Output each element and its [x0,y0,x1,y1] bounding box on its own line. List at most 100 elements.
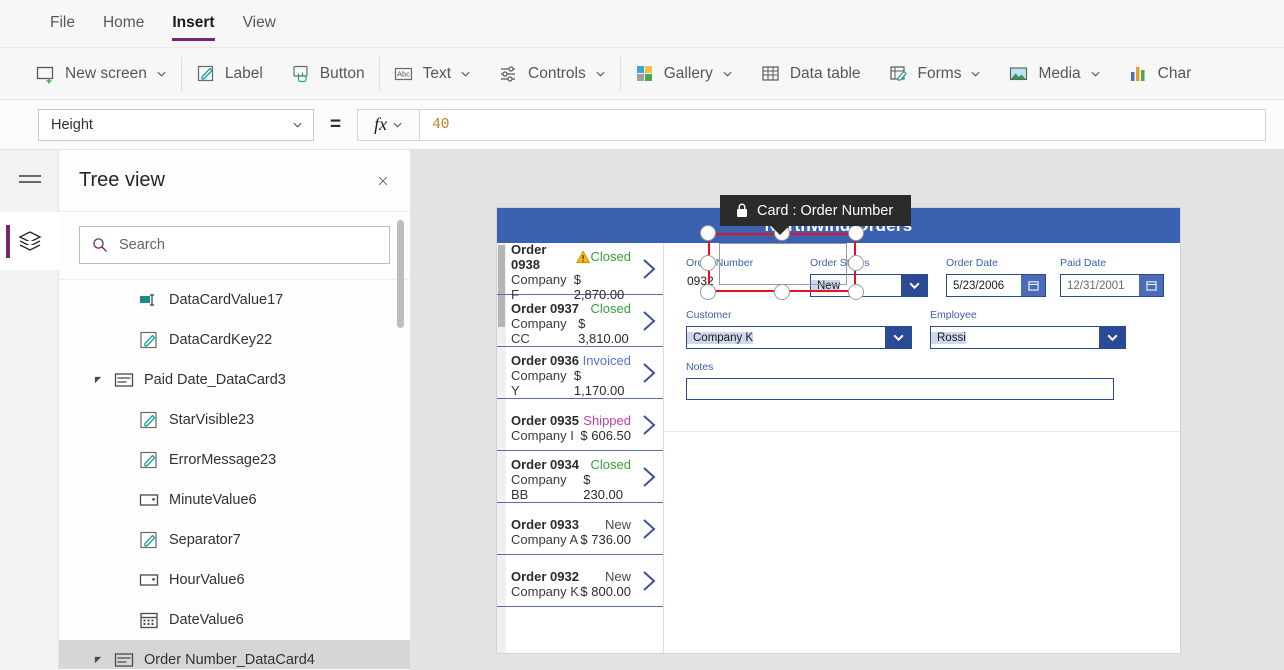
customer-dropdown[interactable]: Company K [686,326,912,349]
order-status-dropdown[interactable]: New [810,274,928,297]
data-table-button[interactable]: Data table [747,54,875,94]
gallery-item-order: Order 0932 [511,568,579,584]
expander-arrow-icon[interactable] [94,656,103,665]
tree-search-wrapper: Search [59,212,410,280]
gallery-button[interactable]: Gallery [621,54,747,94]
gallery-item-company: Company A [511,531,579,547]
tree-item-label: DataCardValue17 [169,292,284,308]
resize-handle-s[interactable] [774,284,790,300]
controls-icon [501,65,516,82]
charts-button[interactable]: Char [1115,54,1206,94]
chevron-right-icon[interactable] [641,414,657,436]
menu-item-file[interactable]: File [36,0,89,48]
gallery-item-row-bottom: Company CC $ 3,810.00 [511,316,655,346]
menu-item-view[interactable]: View [229,0,290,48]
resize-handle-nw[interactable] [700,225,716,241]
search-placeholder: Search [119,237,165,253]
notes-input[interactable] [686,378,1114,400]
gallery-item[interactable]: Order 0935 Shipped Company I $ 606.50 [497,399,663,451]
tree-item-datacardvalue17[interactable]: DataCardValue17 [59,280,410,320]
gallery-item[interactable]: Order 0934 Closed Company BB $ 230.00 [497,451,663,503]
new-screen-icon [36,66,54,83]
gallery-item-order: Order 0937 [511,301,579,316]
menu-item-insert[interactable]: Insert [158,0,228,48]
chevron-right-icon[interactable] [641,466,657,488]
controls-button-label: Controls [528,64,586,82]
gallery-item[interactable]: Order 0933 New Company A $ 736.00 [497,503,663,555]
order-date-value: 5/23/2006 [953,279,1005,292]
tree-item-paid-date-datacard3[interactable]: Paid Date_DataCard3 [59,360,410,400]
menu-item-home[interactable]: Home [89,0,158,48]
property-select[interactable]: Height [38,108,314,141]
chevron-right-icon[interactable] [641,518,657,540]
chevron-down-icon [596,71,605,77]
formula-value: 40 [432,116,450,133]
resize-handle-ne[interactable] [848,225,864,241]
chevron-down-icon [971,71,981,77]
controls-button[interactable]: Controls [485,54,620,94]
resize-handle-w[interactable] [700,254,716,271]
gallery-item-row-top: Order 0934 Closed [511,457,655,472]
chevron-right-icon[interactable] [641,258,657,280]
chevron-down-icon [723,71,732,77]
tree-item-datevalue6[interactable]: DateValue6 [59,600,410,640]
gallery-item-company: Company Y [511,368,567,398]
layers-icon [17,231,42,251]
tree-item-datacardkey22[interactable]: DataCardKey22 [59,320,410,360]
expander-arrow-icon[interactable] [94,376,103,385]
charts-icon [1130,66,1145,81]
button-button-label: Button [319,64,365,82]
order-date-input[interactable]: 5/23/2006 [946,274,1046,297]
resize-handle-e[interactable] [848,254,864,271]
chevron-down-icon [293,122,302,128]
tree-item-order-number-datacard4[interactable]: Order Number_DataCard4 [59,640,410,669]
tree-item-separator7[interactable]: Separator7 [59,520,410,560]
tree-view-scrollbar[interactable] [397,220,404,328]
paid-date-input[interactable]: 12/31/2001 [1060,274,1164,297]
chevron-right-icon[interactable] [641,362,657,384]
search-input[interactable]: Search [79,226,390,264]
tree-view-panel: Tree view Search DataCardValue17 DataCard… [59,150,411,670]
date-picker-icon [140,612,158,629]
tree-item-label: Order Number_DataCard4 [144,652,315,668]
media-button[interactable]: Media [995,54,1114,94]
employee-dropdown-button[interactable] [1099,327,1125,348]
button-button[interactable]: Button [277,54,379,94]
gallery-item[interactable]: Order 0932 New Company K $ 800.00 [497,555,663,607]
gallery-item[interactable]: Order 0937 Closed Company CC $ 3,810.00 [497,295,663,347]
tree-view-rail-tab[interactable] [0,212,59,270]
forms-icon [889,65,907,81]
customer-dropdown-button[interactable] [885,327,911,348]
tooltip-text: Card : Order Number [757,202,894,219]
chevron-right-icon[interactable] [641,310,657,332]
tree-item-hourvalue6[interactable]: HourValue6 [59,560,410,600]
order-status-dropdown-button[interactable] [901,275,927,296]
resize-handle-se[interactable] [848,284,864,300]
text-button[interactable]: Abc Text [380,54,485,94]
gallery-item[interactable]: Order 0938 Closed Company F $ 2,870.00 [497,242,663,302]
tree-item-errormessage23[interactable]: ErrorMessage23 [59,440,410,480]
app-body: Order 0938 Closed Company F $ 2,870.00 Order… [497,242,1180,653]
chevron-down-icon [461,71,470,77]
paid-date-calendar-button[interactable] [1139,275,1163,296]
text-icon: Abc [394,67,412,80]
resize-handle-sw[interactable] [700,284,716,300]
tree-item-label: HourValue6 [169,572,245,588]
chevron-right-icon[interactable] [641,570,657,592]
employee-dropdown[interactable]: Rossi [930,326,1126,349]
tree-item-starvisible23[interactable]: StarVisible23 [59,400,410,440]
order-date-calendar-button[interactable] [1021,275,1045,296]
order-status-label: Order Status [810,257,870,269]
label-button[interactable]: Label [182,54,277,94]
new-screen-button[interactable]: New screen [22,54,181,94]
chevron-down-icon [157,71,166,77]
fx-toggle-button[interactable]: fx [357,108,420,141]
close-icon[interactable] [374,172,392,190]
forms-button[interactable]: Forms [875,54,996,94]
formula-input[interactable]: 40 [419,108,1266,141]
media-button-label: Media [1038,64,1081,82]
tree-item-minutevalue6[interactable]: MinuteValue6 [59,480,410,520]
hamburger-menu-button[interactable] [0,150,59,212]
svg-text:Abc: Abc [397,69,410,78]
gallery-item[interactable]: Order 0936 Invoiced Company Y $ 1,170.00 [497,347,663,399]
